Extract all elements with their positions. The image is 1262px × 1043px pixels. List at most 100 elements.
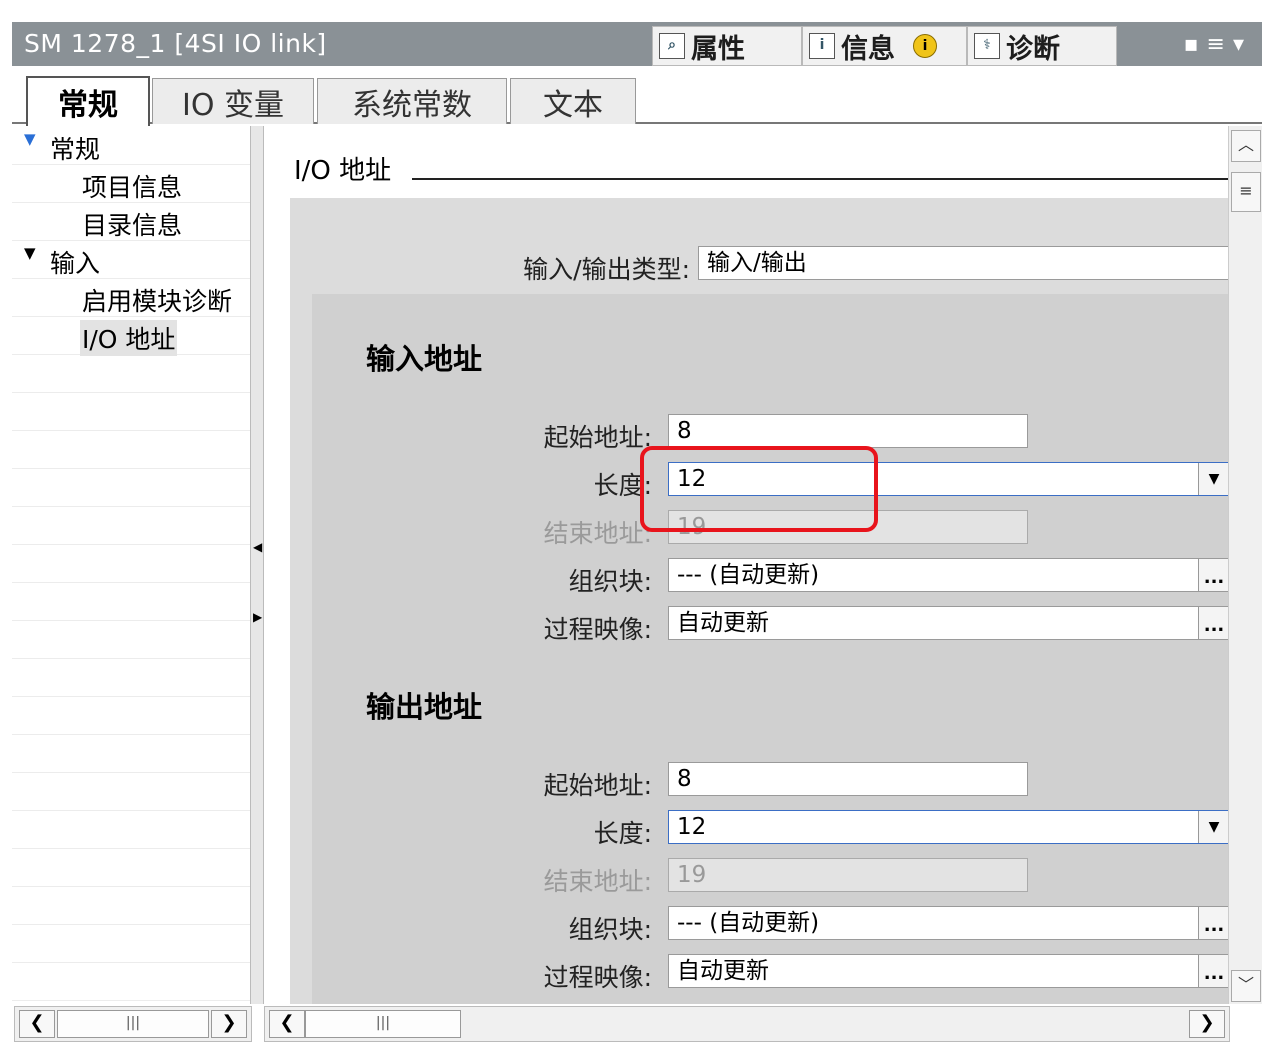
io-address-panel: 输入/输出类型: 输入/输出 输入地址 起始地址: 8 长度: 12 ▼ 结束地…: [290, 198, 1228, 1004]
properties-content: I/O 地址 输入/输出类型: 输入/输出 输入地址 起始地址: 8 长度: 1…: [264, 126, 1228, 1004]
layout-icon[interactable]: ≡: [1207, 32, 1233, 57]
window-controls[interactable]: ▪≡▾: [1184, 32, 1252, 57]
input-ob-value: --- (自动更新): [677, 562, 820, 588]
tree-horizontal-scrollbar[interactable]: ❮ ||| ❯: [14, 1006, 252, 1042]
tab-system-constants[interactable]: 系统常数: [317, 78, 507, 124]
scroll-left-icon[interactable]: ❮: [269, 1010, 305, 1038]
tree-blank-row: [12, 506, 250, 545]
tree-blank-row: [12, 696, 250, 735]
tree-blank-row: [12, 810, 250, 849]
tree-blank-row: [12, 924, 250, 963]
tree-item-label: 目录信息: [82, 211, 183, 240]
tab-properties[interactable]: ⌕ 属性: [652, 26, 802, 66]
collapse-left-icon[interactable]: ◀: [253, 540, 262, 554]
tree-blank-row: [12, 468, 250, 507]
group-title-rule: [412, 178, 1228, 180]
input-ob-label: 组织块:: [568, 567, 652, 596]
output-end-address-field: 19: [668, 858, 1028, 892]
address-settings-panel: 输入地址 起始地址: 8 长度: 12 ▼ 结束地址: 19 组织块: --- …: [312, 294, 1228, 1004]
output-pi-label: 过程映像:: [543, 963, 652, 992]
vertical-scrollbar[interactable]: ︿ ≡ ﹀: [1228, 126, 1262, 1004]
scroll-up-icon[interactable]: ︿: [1231, 130, 1261, 162]
scroll-thumb[interactable]: ≡: [1231, 172, 1261, 212]
inspector-title-bar: SM 1278_1 [4SI IO link] ⌕ 属性 i 信息 i ⚕ 诊断…: [12, 22, 1262, 66]
info-badge-icon: i: [913, 34, 937, 58]
browse-ellipsis-icon[interactable]: ...: [1198, 559, 1228, 591]
tree-item-input[interactable]: ▼ 输入: [12, 240, 250, 279]
tab-properties-label: 属性: [691, 33, 745, 65]
tree-item-label: 常规: [50, 135, 101, 164]
info-panel-icon: i: [809, 33, 835, 59]
output-pi-value: 自动更新: [677, 958, 769, 984]
browse-ellipsis-icon[interactable]: ...: [1198, 955, 1228, 987]
tree-blank-row: [12, 962, 250, 1001]
input-address-heading: 输入地址: [366, 342, 483, 376]
properties-tab-row: 常规 IO 变量 系统常数 文本: [12, 66, 1262, 126]
browse-ellipsis-icon[interactable]: ...: [1198, 607, 1228, 639]
io-type-label: 输入/输出类型:: [523, 255, 690, 284]
dropdown-arrow-icon[interactable]: ▼: [1198, 811, 1228, 843]
scroll-down-icon[interactable]: ﹀: [1231, 970, 1261, 1002]
scroll-right-icon[interactable]: ❯: [1189, 1010, 1225, 1038]
output-length-label: 长度:: [593, 819, 652, 848]
tree-item-io-address[interactable]: I/O 地址: [12, 316, 250, 356]
scroll-thumb[interactable]: |||: [305, 1010, 461, 1038]
tree-item-general[interactable]: ▼ 常规: [12, 126, 250, 165]
tree-blank-row: [12, 886, 250, 925]
output-ob-label: 组织块:: [568, 915, 652, 944]
tree-item-label: I/O 地址: [80, 320, 178, 356]
diagnostics-icon: ⚕: [974, 33, 1000, 59]
output-length-dropdown[interactable]: 12 ▼: [668, 810, 1228, 844]
tree-item-label: 启用模块诊断: [82, 287, 233, 316]
tab-texts[interactable]: 文本: [510, 78, 636, 124]
input-pi-value: 自动更新: [677, 610, 769, 636]
tree-blank-row: [12, 620, 250, 659]
float-window-icon[interactable]: ▪: [1184, 32, 1207, 57]
output-ob-value: --- (自动更新): [677, 910, 820, 936]
input-pi-label: 过程映像:: [543, 615, 652, 644]
tab-diagnostics[interactable]: ⚕ 诊断: [967, 26, 1117, 66]
output-address-heading: 输出地址: [366, 690, 483, 724]
tree-item-project-info[interactable]: 项目信息: [12, 164, 250, 203]
input-pi-field[interactable]: 自动更新 ...: [668, 606, 1228, 640]
output-pi-field[interactable]: 自动更新 ...: [668, 954, 1228, 988]
tree-item-catalog-info[interactable]: 目录信息: [12, 202, 250, 241]
io-type-field: 输入/输出: [698, 246, 1228, 280]
tab-diagnostics-label: 诊断: [1006, 33, 1060, 65]
scroll-thumb[interactable]: |||: [57, 1010, 209, 1038]
tree-blank-row: [12, 848, 250, 887]
output-start-address-field[interactable]: 8: [668, 762, 1028, 796]
content-horizontal-scrollbar[interactable]: ❮ ||| ❯: [264, 1006, 1230, 1042]
tab-info-label: 信息: [841, 33, 895, 65]
tab-general[interactable]: 常规: [26, 76, 150, 126]
output-start-label: 起始地址:: [543, 771, 652, 800]
browse-ellipsis-icon[interactable]: ...: [1198, 907, 1228, 939]
input-start-address-field[interactable]: 8: [668, 414, 1028, 448]
module-title: SM 1278_1 [4SI IO link]: [24, 29, 327, 58]
input-ob-field[interactable]: --- (自动更新) ...: [668, 558, 1228, 592]
output-ob-field[interactable]: --- (自动更新) ...: [668, 906, 1228, 940]
tree-blank-row: [12, 392, 250, 431]
tree-item-label: 项目信息: [82, 173, 183, 202]
highlight-annotation: [640, 446, 878, 532]
pane-splitter[interactable]: ◀ ▶: [250, 126, 264, 1004]
expand-arrow-icon[interactable]: ▼: [24, 244, 36, 262]
tab-io-tags[interactable]: IO 变量: [152, 78, 314, 124]
output-end-label: 结束地址:: [543, 867, 652, 896]
output-length-value: 12: [677, 814, 707, 840]
tree-blank-row: [12, 544, 250, 583]
properties-icon: ⌕: [659, 33, 685, 59]
chevron-down-icon[interactable]: ▾: [1233, 32, 1252, 57]
scroll-left-icon[interactable]: ❮: [19, 1010, 55, 1038]
scroll-right-icon[interactable]: ❯: [211, 1010, 247, 1038]
input-start-label: 起始地址:: [543, 423, 652, 452]
tree-item-enable-diagnostics[interactable]: 启用模块诊断: [12, 278, 250, 317]
expand-arrow-icon[interactable]: ▼: [24, 130, 36, 148]
expand-right-icon[interactable]: ▶: [253, 610, 262, 624]
tree-item-label: 输入: [50, 249, 101, 278]
tree-blank-row: [12, 734, 250, 773]
dropdown-arrow-icon[interactable]: ▼: [1198, 463, 1228, 495]
tree-blank-row: [12, 354, 250, 393]
tab-info[interactable]: i 信息 i: [802, 26, 967, 66]
tree-blank-row: [12, 658, 250, 697]
